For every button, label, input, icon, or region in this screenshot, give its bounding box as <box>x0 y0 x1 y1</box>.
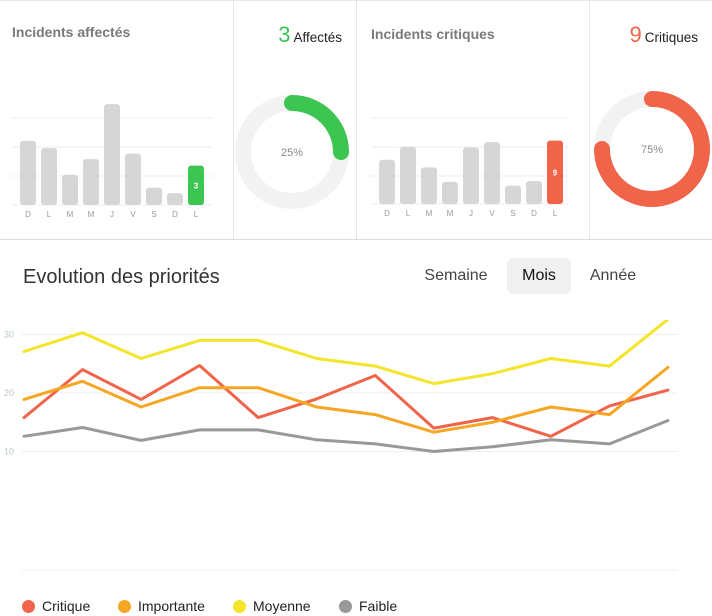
legend-label-faible: Faible <box>359 598 398 614</box>
mini-bar <box>379 159 395 204</box>
panel-affected-bars: Incidents affectés DLMMJVSDL3 <box>0 0 233 240</box>
mini-x-label: M <box>67 210 74 219</box>
mini-bar <box>104 104 120 205</box>
legend-item-critique[interactable]: Critique <box>22 598 90 614</box>
mini-x-label: D <box>172 210 178 219</box>
legend-label-importante: Importante <box>138 598 205 614</box>
tab-mois[interactable]: Mois <box>507 258 571 294</box>
legend-dot-faible <box>339 600 352 613</box>
legend-dot-moyenne <box>233 600 246 613</box>
mini-x-label: L <box>47 210 52 219</box>
mini-x-label: L <box>194 210 199 219</box>
mini-bar <box>421 167 437 204</box>
mini-x-label: M <box>447 209 454 218</box>
mini-x-label: S <box>510 209 515 218</box>
series-line-importante <box>22 365 670 434</box>
section-divider <box>0 239 712 240</box>
mini-bar <box>62 174 78 205</box>
mini-bar <box>526 181 542 204</box>
mini-bar <box>146 187 162 205</box>
mini-x-label: V <box>130 210 136 219</box>
legend-dot-critique <box>22 600 35 613</box>
mini-x-label: J <box>110 210 114 219</box>
mini-bar <box>125 153 141 205</box>
panel-affected-donut: 3 Affectés 25% <box>233 0 356 240</box>
mini-x-label: J <box>469 209 473 218</box>
mini-bar <box>463 147 479 204</box>
mini-bar <box>167 193 183 205</box>
priority-line-chart: 10203040 <box>4 320 678 571</box>
kpi-panels: Incidents affectés DLMMJVSDL3 3 Affectés … <box>0 0 712 240</box>
legend-dot-importante <box>118 600 131 613</box>
mini-bar <box>41 148 57 205</box>
tab-annee[interactable]: Année <box>578 258 648 294</box>
y-tick-label: 10 <box>4 447 14 457</box>
critical-bar-chart: D L M M J V S D L 9 <box>371 117 569 218</box>
legend-item-importante[interactable]: Importante <box>118 598 205 614</box>
legend-item-faible[interactable]: Faible <box>339 598 397 614</box>
mini-x-label: L <box>406 209 411 218</box>
mini-bar <box>400 146 416 204</box>
donut-percent-affected: 25% <box>281 147 303 159</box>
series-line-critique <box>22 364 670 438</box>
panel-critical-bars: Incidents critiques DLMMJVSDL9 <box>356 0 589 240</box>
mini-x-label: D <box>531 209 537 218</box>
y-tick-label: 30 <box>4 330 14 340</box>
mini-x-label: D <box>384 209 390 218</box>
y-tick-label: 20 <box>4 388 14 398</box>
mini-bar <box>484 142 500 204</box>
mini-x-label: L <box>553 209 558 218</box>
mini-x-label: S <box>151 210 156 219</box>
critical-donut-chart: 75% <box>594 91 710 207</box>
donut-arc-affected <box>284 95 349 160</box>
tab-semaine[interactable]: Semaine <box>410 258 502 294</box>
donut-percent-critical: 75% <box>641 144 663 156</box>
mini-bar <box>442 181 458 204</box>
mini-x-label: M <box>426 209 433 218</box>
legend-label-critique: Critique <box>42 598 91 614</box>
evolution-title: Evolution des priorités <box>23 266 220 288</box>
mini-bar <box>505 185 521 204</box>
mini-x-label: V <box>489 209 495 218</box>
mini-x-label: M <box>88 210 95 219</box>
mini-bar-value-label: 3 <box>194 181 199 190</box>
mini-x-label: D <box>25 210 31 219</box>
mini-bar <box>83 159 99 205</box>
legend-item-moyenne[interactable]: Moyenne <box>233 598 311 614</box>
panel-critical-donut: 9 Critiques 75% <box>589 0 712 240</box>
legend-label-moyenne: Moyenne <box>253 598 311 614</box>
affected-bar-chart: D L M M J V S D L 3 <box>12 104 212 219</box>
mini-bar <box>20 140 36 205</box>
affected-donut-chart: 25% <box>235 95 349 209</box>
series-line-moyenne <box>22 320 670 386</box>
mini-bar-value-label: 9 <box>553 168 558 177</box>
